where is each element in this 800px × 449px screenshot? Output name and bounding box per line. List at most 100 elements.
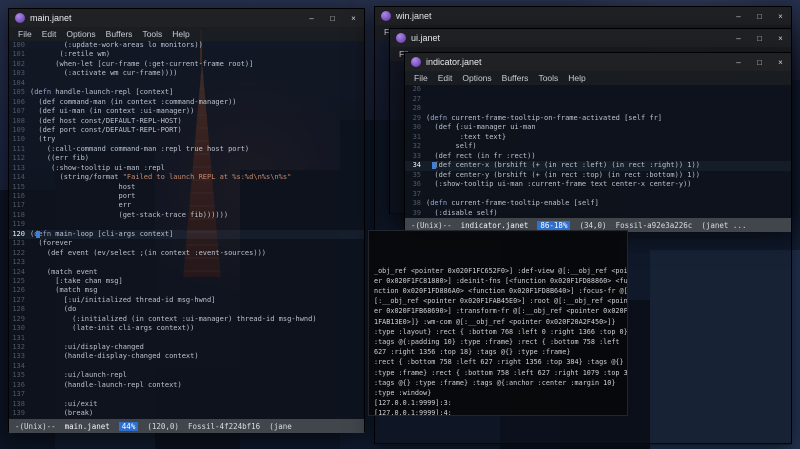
code-line[interactable]: 112 ((err fib): [9, 154, 364, 163]
code-line[interactable]: 131: [9, 334, 364, 343]
line-number: 106: [12, 97, 25, 106]
code-line[interactable]: 35 (def center-y (brshift (+ (in rect :t…: [405, 171, 791, 181]
maximize-button[interactable]: □: [749, 7, 770, 25]
code-line[interactable]: 113 (:show-tooltip ui-man :repl: [9, 164, 364, 173]
minimize-button[interactable]: –: [728, 29, 749, 47]
terminal-line: :tags @{:padding 10} :type :frame} :rect…: [374, 338, 620, 347]
code-line[interactable]: 106 (def command-man (in context :comman…: [9, 98, 364, 107]
code-line[interactable]: 133 (handle-display-changed context): [9, 352, 364, 361]
code-line[interactable]: 107 (def ui-man (in context :ui-manager)…: [9, 107, 364, 116]
code-line[interactable]: 105 (defn handle-launch-repl [context]: [9, 88, 364, 97]
line-number: 137: [12, 390, 25, 399]
menu-item[interactable]: Edit: [37, 29, 62, 39]
code-line[interactable]: 134: [9, 362, 364, 371]
code-line[interactable]: 117 err: [9, 201, 364, 210]
code-line[interactable]: 100 (:update-work-areas lo monitors)): [9, 41, 364, 50]
line-number: 30: [412, 123, 421, 131]
code-line[interactable]: 27: [405, 95, 791, 105]
code-line[interactable]: 34 (def center-x (brshift (+ (in rect :l…: [405, 161, 791, 171]
code-line[interactable]: 123: [9, 258, 364, 267]
menu-item[interactable]: Buffers: [101, 29, 138, 39]
code-line[interactable]: 135 :ui/launch-repl: [9, 371, 364, 380]
code-line[interactable]: 32 self): [405, 142, 791, 152]
close-button[interactable]: ×: [343, 9, 364, 27]
maximize-button[interactable]: □: [749, 53, 770, 71]
code-line[interactable]: 126 (match msg: [9, 286, 364, 295]
code-line[interactable]: 39 (:disable self): [405, 209, 791, 219]
code-line[interactable]: 122 (def event (ev/select ;(in context :…: [9, 249, 364, 258]
menu-item[interactable]: Help: [167, 29, 194, 39]
maximize-button[interactable]: □: [322, 9, 343, 27]
code-line[interactable]: 28: [405, 104, 791, 114]
titlebar[interactable]: win.janet – □ ×: [375, 7, 791, 25]
minimize-button[interactable]: –: [728, 53, 749, 71]
code-line[interactable]: 38 (defn current-frame-tooltip-enable [se…: [405, 199, 791, 209]
code-editor[interactable]: 26 27 28 29 (defn current-frame-tooltip-on-f…: [405, 85, 791, 218]
code-line[interactable]: 138 :ui/exit: [9, 400, 364, 409]
menu-item[interactable]: File: [409, 73, 433, 83]
code-line[interactable]: 36 (:show-tooltip ui-man :current-frame …: [405, 180, 791, 190]
menu-item[interactable]: Tools: [533, 73, 563, 83]
code-line[interactable]: 103 (:activate wm cur-frame)))): [9, 69, 364, 78]
line-number: 32: [412, 142, 421, 150]
code-line[interactable]: 104: [9, 79, 364, 88]
code-line[interactable]: 139 (break): [9, 409, 364, 418]
code-line[interactable]: 119: [9, 220, 364, 229]
code-line[interactable]: 132 :ui/display-changed: [9, 343, 364, 352]
code-line[interactable]: 26: [405, 85, 791, 95]
code-line[interactable]: 130 (late-init cli-args context)): [9, 324, 364, 333]
code-line[interactable]: 121 (forever: [9, 239, 364, 248]
terminal-line: [:__obj_ref <pointer 0x020F1FAB45E0>] :r…: [374, 297, 628, 306]
menu-item[interactable]: File: [13, 29, 37, 39]
close-button[interactable]: ×: [770, 53, 791, 71]
code-text: (:update-work-areas lo monitors)): [30, 41, 203, 49]
code-line[interactable]: 128 (do: [9, 305, 364, 314]
code-line[interactable]: 129 (:initialized (in context :ui-manage…: [9, 315, 364, 324]
code-line[interactable]: 118 (get-stack-trace fib)))))): [9, 211, 364, 220]
menu-item[interactable]: Edit: [433, 73, 458, 83]
modeline-position-badge: 44%: [118, 421, 139, 431]
code-line[interactable]: 137: [9, 390, 364, 399]
line-number: 118: [12, 210, 25, 219]
terminal-line: 1FAB13E0>]} :wm-com @[:__obj_ref <pointe…: [374, 317, 616, 326]
code-line[interactable]: 114 (string/format "Failed to launch REP…: [9, 173, 364, 182]
code-line[interactable]: 136 (handle-launch-repl context): [9, 381, 364, 390]
code-line[interactable]: 120 (defn main-loop [cli-args context]: [9, 229, 364, 240]
code-line[interactable]: 116 port: [9, 192, 364, 201]
line-number: 131: [12, 333, 25, 342]
code-text: (string/format "Failed to launch REPL at…: [30, 173, 292, 182]
menu-item[interactable]: Options: [457, 73, 496, 83]
code-line[interactable]: 124 (match event: [9, 268, 364, 277]
window-controls: – □ ×: [301, 9, 364, 27]
code-line[interactable]: 111 (:call-command command-man :repl tru…: [9, 145, 364, 154]
code-line[interactable]: 108 (def host const/DEFAULT-REPL-HOST): [9, 117, 364, 126]
menu-item[interactable]: Tools: [137, 29, 167, 39]
code-line[interactable]: 102 (when-let [cur-frame (:get-current-f…: [9, 60, 364, 69]
minimize-button[interactable]: –: [728, 7, 749, 25]
repl-output-panel[interactable]: _obj_ref <pointer 0x020F1FC652F0>] :def-…: [368, 230, 628, 416]
code-line[interactable]: 109 (def port const/DEFAULT-REPL-PORT): [9, 126, 364, 135]
line-number: 120: [12, 229, 25, 238]
code-line[interactable]: 125 [:take chan msg]: [9, 277, 364, 286]
menu-item[interactable]: Help: [563, 73, 590, 83]
code-line[interactable]: 37: [405, 190, 791, 200]
terminal-line: [127.0.0.1:9999]:4:: [374, 409, 452, 416]
close-button[interactable]: ×: [770, 7, 791, 25]
minimize-button[interactable]: –: [301, 9, 322, 27]
code-line[interactable]: 30 (def {:ui-manager ui-man: [405, 123, 791, 133]
maximize-button[interactable]: □: [749, 29, 770, 47]
code-editor[interactable]: 100 (:update-work-areas lo monitors)) 101…: [9, 41, 364, 419]
code-line[interactable]: 101 (:retile wm): [9, 50, 364, 59]
code-line[interactable]: 115 host: [9, 183, 364, 192]
code-line[interactable]: 29 (defn current-frame-tooltip-on-frame-a…: [405, 114, 791, 124]
menu-item[interactable]: Buffers: [497, 73, 534, 83]
code-line[interactable]: 127 [:ui/initialized thread-id msg-hwnd]: [9, 296, 364, 305]
code-line[interactable]: 110 (try: [9, 135, 364, 144]
titlebar[interactable]: ui.janet – □ ×: [390, 29, 791, 47]
titlebar[interactable]: main.janet – □ ×: [9, 9, 364, 27]
code-line[interactable]: 31 :text text}: [405, 133, 791, 143]
close-button[interactable]: ×: [770, 29, 791, 47]
menu-item[interactable]: Options: [61, 29, 100, 39]
code-line[interactable]: 33 (def rect (in fr :rect)): [405, 152, 791, 162]
titlebar[interactable]: indicator.janet – □ ×: [405, 53, 791, 71]
